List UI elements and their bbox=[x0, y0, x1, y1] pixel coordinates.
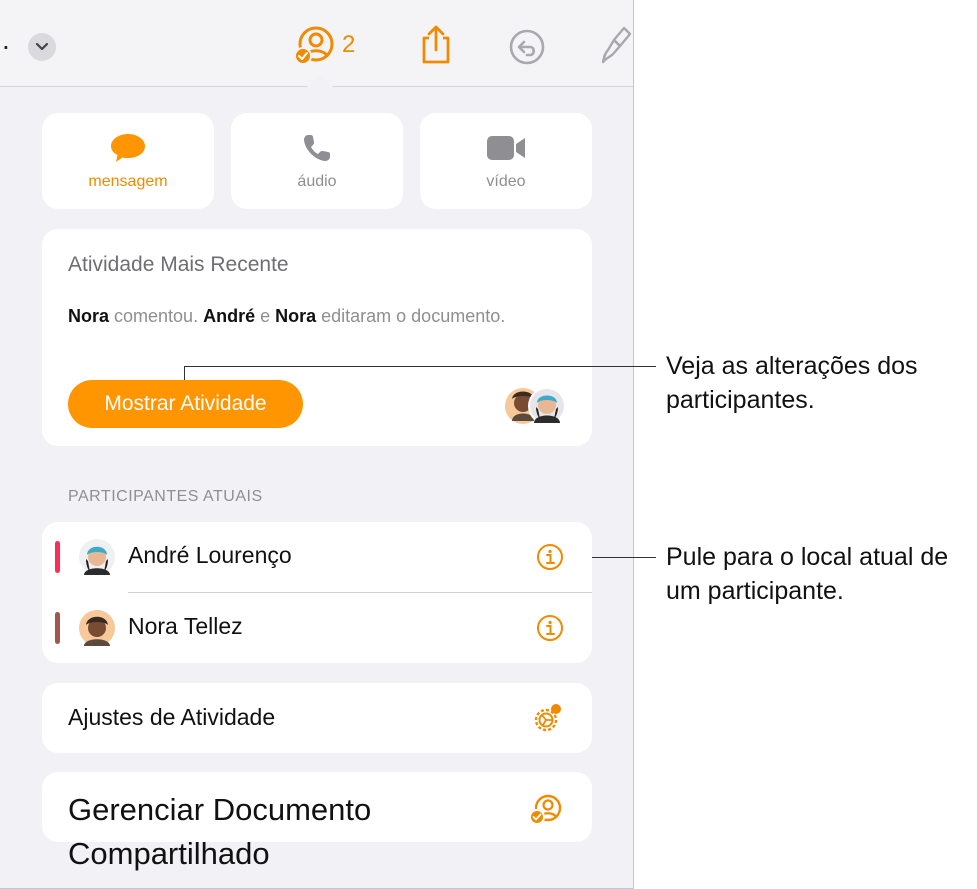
share-icon[interactable] bbox=[418, 24, 454, 71]
activity-name: Nora bbox=[275, 306, 317, 326]
callout-line-activity-tick bbox=[184, 366, 185, 380]
participants-section-header: PARTICIPANTES ATUAIS bbox=[68, 488, 263, 505]
collaborator-count: 2 bbox=[342, 31, 356, 58]
info-icon[interactable] bbox=[536, 614, 564, 642]
message-label: mensagem bbox=[88, 173, 168, 190]
activity-settings-icon bbox=[534, 704, 561, 732]
video-call-button[interactable]: vídeo bbox=[420, 113, 592, 209]
video-label: vídeo bbox=[486, 173, 526, 190]
activity-text: editaram o documento. bbox=[316, 306, 506, 326]
activity-text: e bbox=[255, 306, 276, 326]
video-camera-icon bbox=[487, 136, 525, 160]
collaboration-icon bbox=[294, 26, 334, 65]
ipad-screen: . 2 mensagem áudio vídeo Atividade Mais … bbox=[0, 0, 634, 889]
callout-line-participants bbox=[592, 557, 656, 558]
popover-arrow bbox=[304, 74, 336, 90]
participant-name: André Lourenço bbox=[128, 542, 292, 568]
callout-changes: Veja as alterações dos participantes. bbox=[666, 352, 918, 414]
avatar bbox=[79, 610, 115, 646]
avatar bbox=[79, 539, 115, 575]
callout-jump: Pule para o local atual de um participan… bbox=[666, 543, 949, 605]
show-activity-button[interactable]: Mostrar Atividade bbox=[68, 380, 303, 428]
undo-icon[interactable] bbox=[508, 28, 546, 71]
manage-collaboration-icon bbox=[529, 794, 562, 825]
avatar bbox=[528, 387, 566, 425]
message-button[interactable]: mensagem bbox=[42, 113, 214, 209]
participant-row[interactable]: André Lourenço bbox=[42, 522, 592, 592]
participant-color-bar bbox=[55, 541, 60, 573]
activity-settings-label: Ajustes de Atividade bbox=[68, 704, 276, 730]
format-brush-icon[interactable] bbox=[600, 24, 633, 71]
activity-settings-row[interactable]: Ajustes de Atividade bbox=[42, 683, 592, 753]
audio-label: áudio bbox=[297, 173, 337, 190]
info-icon[interactable] bbox=[536, 543, 564, 571]
activity-summary: Nora comentou. André e Nora editaram o d… bbox=[68, 300, 538, 332]
participant-row[interactable]: Nora Tellez bbox=[42, 593, 592, 663]
audio-call-button[interactable]: áudio bbox=[231, 113, 403, 209]
recent-activity-card: Atividade Mais Recente Nora comentou. An… bbox=[42, 229, 592, 446]
callout-line-activity bbox=[184, 366, 656, 367]
activity-text: comentou. bbox=[109, 306, 204, 326]
participant-name: Nora Tellez bbox=[128, 613, 243, 639]
toolbar-dot: . bbox=[2, 24, 10, 55]
activity-avatars bbox=[505, 387, 566, 425]
message-bubble-icon bbox=[111, 134, 145, 162]
activity-name: André bbox=[203, 306, 256, 326]
activity-name: Nora bbox=[68, 306, 110, 326]
participant-color-bar bbox=[55, 612, 60, 644]
activity-title: Atividade Mais Recente bbox=[68, 253, 289, 276]
participants-list: André Lourenço Nora Tellez bbox=[42, 522, 592, 663]
phone-icon bbox=[304, 135, 330, 161]
manage-shared-document-label: Gerenciar Documento Compartilhado bbox=[68, 792, 372, 871]
document-menu-chevron-icon[interactable] bbox=[28, 33, 56, 61]
